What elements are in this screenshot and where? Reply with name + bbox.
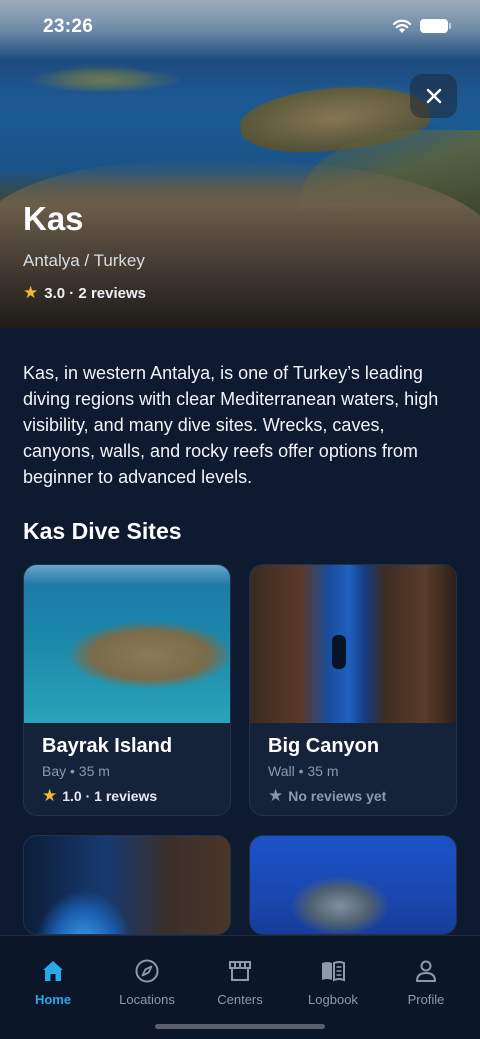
book-icon (322, 961, 345, 982)
storefront-icon (229, 961, 251, 981)
dive-sites-heading: Kas Dive Sites (23, 518, 182, 544)
tab-locations[interactable]: Locations (102, 958, 192, 1007)
dive-site-name: Bayrak Island (42, 735, 173, 757)
dive-site-card-cave[interactable] (23, 835, 231, 935)
dive-site-card-big-canyon[interactable]: Big Canyon Wall • 35 m ★ No reviews yet (249, 564, 457, 816)
location-rating-text: 3.0 · 2 reviews (44, 284, 146, 302)
dive-site-rating: ★ No reviews yet (268, 786, 386, 806)
close-button[interactable] (410, 74, 457, 118)
location-title: Kas (23, 200, 84, 237)
dive-site-name: Big Canyon (268, 735, 380, 757)
dive-site-rating-text: No reviews yet (288, 788, 387, 804)
dive-site-image (24, 836, 230, 934)
close-icon (426, 88, 441, 104)
status-bar: 23:26 (0, 0, 480, 54)
compass-icon (135, 959, 159, 983)
star-icon: ★ (42, 786, 58, 805)
tab-label: Centers (217, 992, 263, 1007)
location-rating: ★ 3.0 · 2 reviews (23, 283, 146, 303)
dive-site-rating-text: 1.0 · 1 reviews (62, 788, 158, 804)
star-icon: ★ (23, 283, 39, 302)
dive-site-image (250, 836, 456, 934)
tab-label: Logbook (308, 992, 358, 1007)
location-description: Kas, in western Antalya, is one of Turke… (23, 363, 439, 487)
person-icon (416, 960, 436, 982)
battery-icon (420, 19, 451, 33)
dive-site-rating: ★ 1.0 · 1 reviews (42, 786, 157, 806)
dive-site-card-bayrak-island[interactable]: Bayrak Island Bay • 35 m ★ 1.0 · 1 revie… (23, 564, 231, 816)
dive-site-image (24, 565, 230, 723)
diver-silhouette (332, 635, 346, 669)
dive-site-meta: Bay • 35 m (42, 763, 110, 779)
dive-site-card-wreck[interactable] (249, 835, 457, 935)
tab-label: Home (34, 992, 72, 1007)
tab-logbook[interactable]: Logbook (288, 958, 378, 1007)
dive-site-image (250, 565, 456, 723)
tab-centers[interactable]: Centers (195, 958, 285, 1007)
home-indicator (155, 1024, 325, 1029)
dive-site-meta: Wall • 35 m (268, 763, 339, 779)
tab-profile[interactable]: Profile (381, 958, 471, 1007)
home-icon (43, 961, 63, 981)
status-time: 23:26 (43, 16, 94, 37)
tab-home[interactable]: Home (8, 958, 98, 1007)
bottom-tab-bar: Home Locations Centers Logbook Profile (0, 935, 480, 1039)
tab-label: Locations (119, 992, 175, 1007)
location-region: Antalya / Turkey (23, 251, 145, 270)
wifi-icon (392, 19, 412, 33)
star-icon: ★ (268, 786, 284, 805)
tab-label: Profile (407, 992, 445, 1007)
